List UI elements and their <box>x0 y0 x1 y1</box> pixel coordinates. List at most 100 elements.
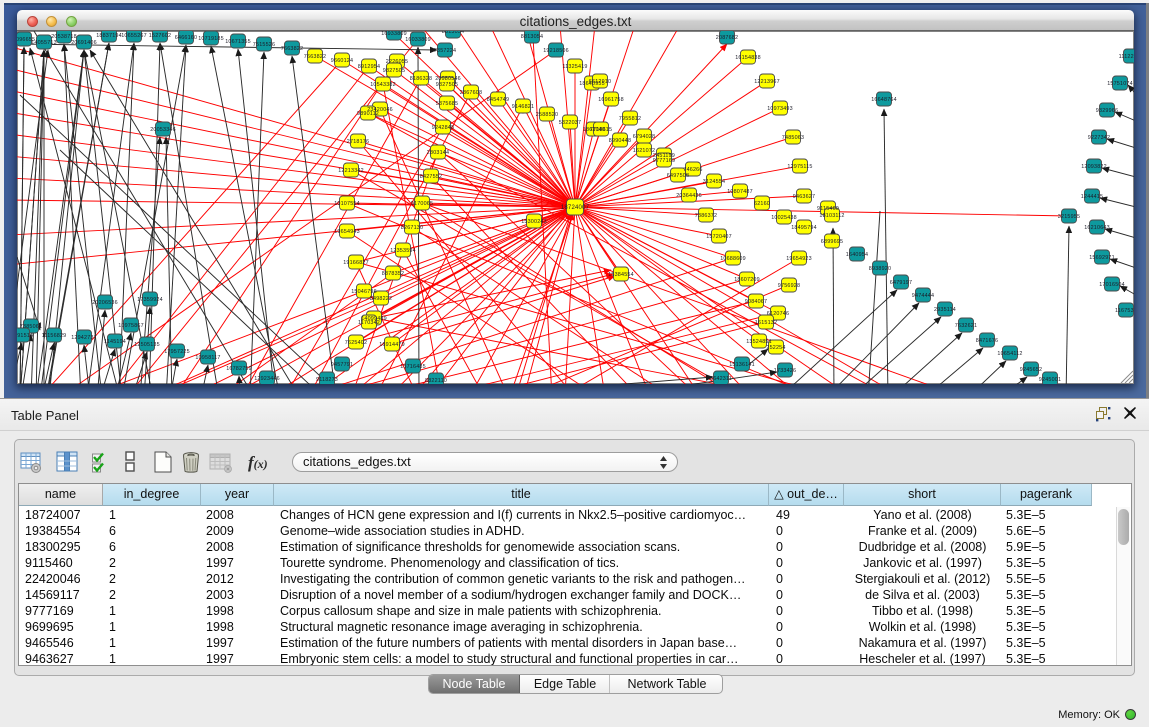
svg-text:9474444: 9474444 <box>912 293 934 299</box>
svg-text:10025438: 10025438 <box>771 215 797 221</box>
svg-text:1615132: 1615132 <box>755 320 777 326</box>
svg-text:10671355: 10671355 <box>225 39 251 45</box>
svg-text:1527602: 1527602 <box>149 33 171 39</box>
svg-text:16782759: 16782759 <box>226 366 252 372</box>
svg-text:252254: 252254 <box>766 345 785 351</box>
svg-text:19218506: 19218506 <box>543 48 569 54</box>
svg-text:8471676: 8471676 <box>976 338 998 344</box>
svg-text:10543382: 10543382 <box>370 82 396 88</box>
svg-text:1621072: 1621072 <box>633 148 655 154</box>
svg-text:18103112: 18103112 <box>819 213 844 219</box>
svg-text:9777169: 9777169 <box>653 158 675 164</box>
svg-text:3498222: 3498222 <box>370 296 392 302</box>
svg-text:8990448: 8990448 <box>609 138 631 144</box>
svg-text:10688609: 10688609 <box>720 256 746 262</box>
svg-text:6466160: 6466160 <box>175 35 197 41</box>
svg-text:10807487: 10807487 <box>727 189 753 195</box>
svg-text:9115460: 9115460 <box>817 206 839 212</box>
svg-text:18724007: 18724007 <box>561 205 590 211</box>
svg-text:5375685: 5375685 <box>436 101 458 107</box>
svg-text:20053346: 20053346 <box>150 127 176 133</box>
svg-text:7663822: 7663822 <box>304 54 326 60</box>
svg-text:7663822: 7663822 <box>281 46 303 52</box>
svg-text:15692971: 15692971 <box>1089 255 1115 261</box>
svg-text:17957225: 17957225 <box>164 349 190 355</box>
svg-text:6497508: 6497508 <box>667 173 689 179</box>
svg-text:1244415: 1244415 <box>1081 194 1103 200</box>
svg-text:19654923: 19654923 <box>786 256 812 262</box>
svg-text:7485063: 7485063 <box>782 135 804 141</box>
svg-text:20364436: 20364436 <box>676 193 702 199</box>
svg-text:62160: 62160 <box>754 201 770 207</box>
svg-text:18607209: 18607209 <box>734 277 760 283</box>
svg-text:10975867: 10975867 <box>118 323 144 329</box>
svg-text:2803144: 2803144 <box>427 150 449 156</box>
svg-text:16914479: 16914479 <box>379 342 405 348</box>
svg-text:14055713: 14055713 <box>31 40 57 46</box>
svg-text:9660124: 9660124 <box>331 58 353 64</box>
svg-text:16154838: 16154838 <box>735 55 761 61</box>
svg-text:7632621: 7632621 <box>955 323 977 329</box>
svg-text:7386372: 7386372 <box>695 213 717 219</box>
svg-text:12213342: 12213342 <box>338 168 364 174</box>
svg-text:9827505: 9827505 <box>383 68 405 74</box>
svg-text:3124554: 3124554 <box>703 179 725 185</box>
svg-text:1145194: 1145194 <box>104 339 126 345</box>
svg-text:10973493: 10973493 <box>767 106 793 112</box>
svg-text:7718615: 7718615 <box>590 127 612 133</box>
svg-text:15720407: 15720407 <box>706 234 732 240</box>
svg-text:7515526: 7515526 <box>253 42 275 48</box>
svg-text:8186328: 8186328 <box>410 76 432 82</box>
svg-text:2867608: 2867608 <box>460 90 482 96</box>
svg-text:7385061: 7385061 <box>20 324 42 330</box>
svg-text:15751074: 15751074 <box>1107 81 1133 87</box>
svg-text:1167533: 1167533 <box>1115 308 1134 314</box>
svg-text:2935114: 2935114 <box>934 307 956 313</box>
svg-text:6642311: 6642311 <box>710 376 732 382</box>
svg-text:5322037: 5322037 <box>559 120 581 126</box>
svg-text:9245652: 9245652 <box>1020 367 1042 373</box>
svg-text:12975115: 12975115 <box>787 164 812 170</box>
svg-text:8813054: 8813054 <box>442 31 464 35</box>
svg-text:9890112: 9890112 <box>357 111 379 117</box>
svg-text:8267130: 8267130 <box>401 225 423 231</box>
svg-text:6899695: 6899695 <box>821 239 843 245</box>
svg-text:11156829: 11156829 <box>42 333 67 339</box>
svg-text:12093822: 12093822 <box>1081 164 1107 170</box>
svg-text:10958117: 10958117 <box>195 355 220 361</box>
svg-text:2087682: 2087682 <box>716 35 738 41</box>
svg-text:11325419: 11325419 <box>562 64 587 70</box>
svg-text:9329966: 9329966 <box>1096 108 1118 114</box>
svg-text:16033809: 16033809 <box>405 37 431 43</box>
svg-text:9146821: 9146821 <box>512 104 534 110</box>
svg-text:9327505: 9327505 <box>436 82 458 88</box>
svg-text:9118273: 9118273 <box>316 377 338 383</box>
svg-text:11122334: 11122334 <box>1119 54 1134 60</box>
svg-text:10107554: 10107554 <box>334 201 360 207</box>
svg-text:17016504: 17016504 <box>1099 282 1125 288</box>
svg-text:2718176: 2718176 <box>347 139 369 145</box>
svg-text:16933809: 16933809 <box>381 31 407 37</box>
svg-text:15384554: 15384554 <box>608 272 634 278</box>
svg-text:9457791: 9457791 <box>331 362 353 368</box>
svg-text:9084067: 9084067 <box>745 299 767 305</box>
svg-text:12923446: 12923446 <box>254 376 280 382</box>
svg-text:7357224: 7357224 <box>434 48 456 54</box>
svg-text:2588520: 2588520 <box>536 112 558 118</box>
svg-text:6479197: 6479197 <box>890 280 912 286</box>
svg-text:9227342: 9227342 <box>1088 135 1110 141</box>
svg-text:8878352: 8878352 <box>382 271 404 277</box>
svg-text:12505135: 12505135 <box>134 342 160 348</box>
svg-text:18495794: 18495794 <box>791 225 817 231</box>
svg-text:15136141: 15136141 <box>729 362 755 368</box>
svg-text:7625402: 7625402 <box>345 340 367 346</box>
svg-text:10719185: 10719185 <box>198 36 224 42</box>
svg-text:6120746: 6120746 <box>767 311 789 317</box>
svg-text:20206536: 20206536 <box>92 300 118 306</box>
svg-text:10655267: 10655267 <box>121 33 147 39</box>
svg-text:8813054: 8813054 <box>521 34 543 40</box>
svg-text:3215955: 3215955 <box>1058 214 1080 220</box>
svg-text:9245001: 9245001 <box>1039 377 1061 383</box>
svg-text:16210643: 16210643 <box>1084 225 1110 231</box>
svg-text:17359924: 17359924 <box>137 297 163 303</box>
